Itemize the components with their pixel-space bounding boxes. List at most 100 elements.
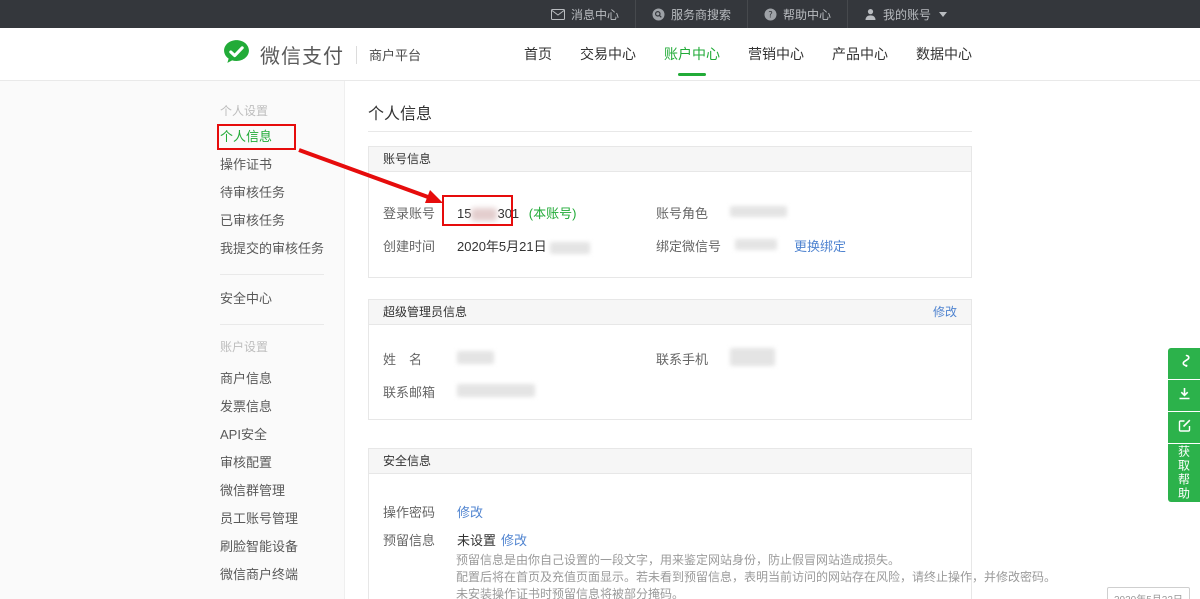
account-info-card-header: 账号信息 xyxy=(369,147,971,172)
login-account-value: 15 301 (本账号) xyxy=(457,203,576,222)
created-time-label: 创建时间 xyxy=(383,236,435,255)
topbar-item-label: 我的账号 xyxy=(883,6,931,23)
floating-help-widget: 获取帮助 xyxy=(1168,348,1200,502)
page-title: 个人信息 xyxy=(368,100,432,124)
feedback-edit-icon xyxy=(1177,418,1192,438)
redacted-login-middle xyxy=(471,208,497,221)
contact-phone-label: 联系手机 xyxy=(656,349,708,368)
sidebar-divider xyxy=(220,324,324,325)
title-divider xyxy=(368,131,972,132)
reserved-info-help-line2: 配置后将在首页及充值页面显示。若未看到预留信息，表明当前访问的网站存在风险，请终… xyxy=(456,569,1056,586)
sidebar-item-face-smart-device[interactable]: 刷脸智能设备 xyxy=(220,533,344,561)
wechat-pay-logo-icon xyxy=(222,38,251,72)
redacted-contact-phone xyxy=(730,348,775,366)
edit-reserved-info-link[interactable]: 修改 xyxy=(501,530,527,549)
topbar-item-label: 帮助中心 xyxy=(783,6,831,23)
edit-password-link[interactable]: 修改 xyxy=(457,502,483,521)
redacted-account-role xyxy=(730,206,787,217)
logo-separator xyxy=(356,46,357,64)
nav-transaction-center[interactable]: 交易中心 xyxy=(580,28,636,81)
sidebar-item-security-center[interactable]: 安全中心 xyxy=(220,285,344,313)
security-info-card-header: 安全信息 xyxy=(369,449,971,474)
current-account-note: (本账号) xyxy=(529,206,577,221)
login-account-prefix: 15 xyxy=(457,206,471,221)
reserved-info-label: 预留信息 xyxy=(383,530,435,549)
logo-text: 微信支付 xyxy=(260,40,344,69)
redacted-bound-wechat xyxy=(735,239,777,250)
account-role-label: 账号角色 xyxy=(656,203,708,222)
help-circle-icon: ? xyxy=(764,8,777,21)
header: 微信支付 商户平台 首页 交易中心 账户中心 营销中心 产品中心 数据中心 xyxy=(0,28,1200,81)
change-binding-link[interactable]: 更换绑定 xyxy=(794,236,846,255)
chevron-down-icon xyxy=(939,12,947,17)
sidebar-item-operation-certificate[interactable]: 操作证书 xyxy=(220,151,344,179)
sidebar-item-personal-info[interactable]: 个人信息 xyxy=(220,123,344,151)
portal-label: 商户平台 xyxy=(369,45,421,64)
sidebar-item-wechat-merchant-terminal[interactable]: 微信商户终端 xyxy=(220,561,344,589)
date-tooltip: 2020年5月22日 xyxy=(1107,587,1190,599)
sidebar-section-personal-settings: 个人设置 xyxy=(220,99,344,123)
nav-account-center[interactable]: 账户中心 xyxy=(664,28,720,81)
topbar-item-my-account[interactable]: 我的账号 xyxy=(847,0,963,28)
nav-home[interactable]: 首页 xyxy=(524,28,552,81)
logo: 微信支付 商户平台 xyxy=(222,28,421,81)
topbar-menu: 消息中心 服务商搜索 ? 帮助中心 我的账号 xyxy=(535,0,963,28)
sidebar-item-wechat-group-mgmt[interactable]: 微信群管理 xyxy=(220,477,344,505)
bound-wechat-label: 绑定微信号 xyxy=(656,236,721,255)
account-info-card: 账号信息 登录账号 15 301 (本账号) 账号角色 创建时间 2020年5月2… xyxy=(368,146,972,278)
reserved-info-help: 预留信息是由你自己设置的一段文字，用来鉴定网站身份，防止假冒网站造成损失。 配置… xyxy=(456,552,1056,599)
topbar-item-label: 服务商搜索 xyxy=(671,6,731,23)
login-account-label: 登录账号 xyxy=(383,203,435,222)
nav-data-center[interactable]: 数据中心 xyxy=(916,28,972,81)
user-icon xyxy=(864,8,877,21)
sidebar-divider xyxy=(220,274,324,275)
sidebar-item-my-submitted-tasks[interactable]: 我提交的审核任务 xyxy=(220,235,344,263)
main-nav: 首页 交易中心 账户中心 营销中心 产品中心 数据中心 xyxy=(524,28,972,81)
operation-password-label: 操作密码 xyxy=(383,502,435,521)
topbar-item-provider-search[interactable]: 服务商搜索 xyxy=(635,0,747,28)
sidebar-item-invoice-info[interactable]: 发票信息 xyxy=(220,393,344,421)
name-label: 姓 名 xyxy=(383,349,422,368)
account-info-card-title: 账号信息 xyxy=(383,147,431,171)
nav-marketing-center[interactable]: 营销中心 xyxy=(748,28,804,81)
link-icon xyxy=(1177,353,1192,374)
download-icon xyxy=(1177,386,1192,406)
login-account-suffix: 301 xyxy=(497,206,519,221)
nav-product-center[interactable]: 产品中心 xyxy=(832,28,888,81)
sidebar-item-review-config[interactable]: 审核配置 xyxy=(220,449,344,477)
sidebar-item-reviewed-tasks[interactable]: 已审核任务 xyxy=(220,207,344,235)
sidebar: 个人设置 个人信息 操作证书 待审核任务 已审核任务 我提交的审核任务 安全中心… xyxy=(0,81,345,599)
topbar: 消息中心 服务商搜索 ? 帮助中心 我的账号 xyxy=(0,0,1200,28)
created-time-value: 2020年5月21日 xyxy=(457,236,590,255)
sidebar-item-staff-account-mgmt[interactable]: 员工账号管理 xyxy=(220,505,344,533)
get-help-button[interactable]: 获取帮助 xyxy=(1168,444,1200,502)
redacted-contact-email xyxy=(457,384,535,397)
security-info-card-title: 安全信息 xyxy=(383,449,431,473)
created-time-text: 2020年5月21日 xyxy=(457,239,547,254)
sidebar-section-account-settings: 账户设置 xyxy=(220,335,344,359)
topbar-item-help-center[interactable]: ? 帮助中心 xyxy=(747,0,847,28)
redacted-name xyxy=(457,351,494,364)
mail-icon xyxy=(551,9,565,20)
redacted-created-detail xyxy=(550,242,590,254)
super-admin-card-header: 超级管理员信息 修改 xyxy=(369,300,971,325)
svg-text:?: ? xyxy=(768,10,773,20)
reserved-info-help-line3: 未安装操作证书时预留信息将被部分掩码。 xyxy=(456,586,1056,599)
sidebar-item-merchant-info[interactable]: 商户信息 xyxy=(220,365,344,393)
search-circle-icon xyxy=(652,8,665,21)
security-info-card: 安全信息 操作密码 修改 预留信息 未设置 修改 预留信息是由你自己设置的一段文… xyxy=(368,448,972,599)
super-admin-card: 超级管理员信息 修改 姓 名 联系手机 联系邮箱 xyxy=(368,299,972,420)
edit-super-admin-link[interactable]: 修改 xyxy=(933,300,957,324)
topbar-item-messages[interactable]: 消息中心 xyxy=(535,0,635,28)
sidebar-item-api-security[interactable]: API安全 xyxy=(220,421,344,449)
reserved-info-status: 未设置 xyxy=(457,530,496,549)
quick-link-button[interactable] xyxy=(1168,348,1200,380)
download-button[interactable] xyxy=(1168,380,1200,412)
feedback-button[interactable] xyxy=(1168,412,1200,444)
sidebar-item-pending-review-tasks[interactable]: 待审核任务 xyxy=(220,179,344,207)
wechat-pay-merchant-portal: 消息中心 服务商搜索 ? 帮助中心 我的账号 xyxy=(0,0,1200,599)
contact-email-label: 联系邮箱 xyxy=(383,382,435,401)
reserved-info-help-line1: 预留信息是由你自己设置的一段文字，用来鉴定网站身份，防止假冒网站造成损失。 xyxy=(456,552,1056,569)
super-admin-card-title: 超级管理员信息 xyxy=(383,300,467,324)
topbar-item-label: 消息中心 xyxy=(571,6,619,23)
